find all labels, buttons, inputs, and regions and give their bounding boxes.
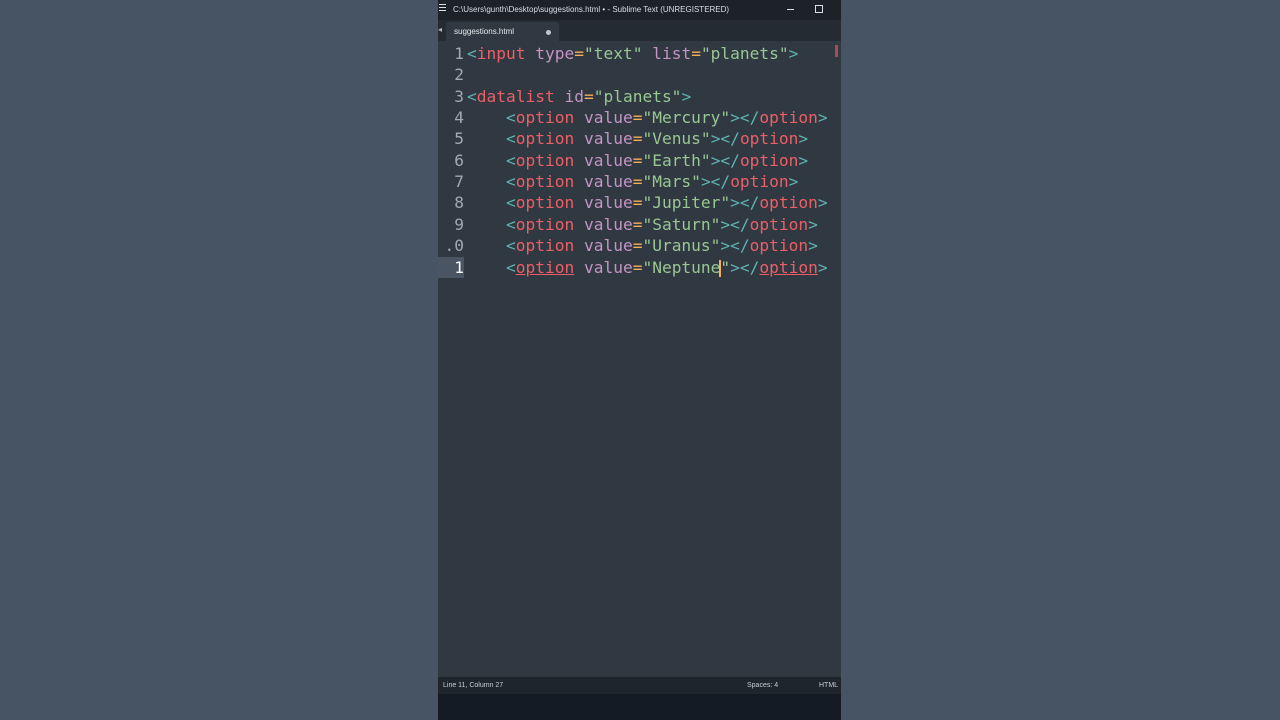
minimize-icon[interactable] [786, 4, 796, 14]
tag-name: option [749, 214, 809, 234]
code-line: <option value="Earth"></option> [505, 150, 809, 170]
tag-name: option [515, 150, 575, 170]
tag-name: option [515, 193, 575, 213]
unsaved-dot-icon[interactable] [546, 30, 551, 35]
attribute-value: "Uranus" [642, 236, 721, 256]
tag-name: option [759, 257, 818, 277]
line-number: 9 [454, 214, 464, 234]
line-number: 4 [454, 108, 464, 128]
tag-name: option [515, 214, 575, 234]
status-bar: Line 11, Column 27 Spaces: 4 HTML [438, 677, 841, 694]
attribute-name: value [583, 172, 633, 192]
line-number: 7 [454, 172, 464, 192]
attribute-value: "text" [583, 44, 643, 63]
tag-name: option [515, 236, 575, 256]
window-bottom-edge [438, 694, 841, 720]
attribute-name: value [583, 257, 633, 277]
attribute-name: value [583, 193, 633, 213]
line-number: 1 [454, 44, 464, 63]
tag-name: option [515, 108, 575, 128]
tab-bar: ◂ suggestions.html [438, 20, 841, 41]
tag-name: option [515, 172, 575, 192]
tab-suggestions-html[interactable]: suggestions.html [446, 22, 559, 41]
line-number: 3 [454, 86, 464, 106]
attribute-name: list [652, 44, 692, 63]
tag-name: option [739, 150, 799, 170]
attribute-value: "Venus" [642, 129, 711, 149]
attribute-name: value [583, 108, 633, 128]
attribute-value: "Earth" [642, 150, 711, 170]
attribute-value: " [720, 257, 731, 277]
tag-name: option [749, 236, 809, 256]
tag-name: input [476, 44, 526, 63]
maximize-icon[interactable] [815, 5, 823, 13]
code-line: <input type="text" list="planets"> [467, 44, 799, 63]
hamburger-menu-icon[interactable] [439, 4, 446, 12]
tag-name: option [759, 193, 818, 213]
attribute-name: value [583, 214, 633, 234]
cursor-position[interactable]: Line 11, Column 27 [443, 682, 503, 689]
line-number: 8 [454, 193, 464, 213]
tab-label: suggestions.html [454, 27, 515, 36]
tag-name: datalist [476, 86, 555, 106]
syntax-selector[interactable]: HTML [819, 682, 838, 689]
attribute-name: value [583, 129, 633, 149]
line-number: .0 [444, 236, 465, 256]
code-line: <option value="Mars"></option> [505, 172, 799, 192]
line-number: 2 [454, 65, 464, 85]
attribute-value: "Mercury" [642, 108, 731, 128]
line-number: 5 [454, 129, 464, 149]
tag-name: option [730, 172, 789, 192]
indentation-setting[interactable]: Spaces: 4 [747, 682, 778, 689]
code-line: <option value="Venus"></option> [505, 129, 809, 149]
code-line-active: <option value="Neptune"></option> [505, 257, 828, 277]
code-area[interactable]: <input type="text" list="planets"> <data… [467, 41, 841, 677]
code-line: <datalist id="planets"> [467, 86, 692, 106]
editor-window: C:\Users\gunth\Desktop\suggestions.html … [438, 0, 841, 720]
attribute-name: value [583, 236, 633, 256]
attribute-value: "Jupiter" [642, 193, 731, 213]
line-number: 6 [454, 150, 464, 170]
line-number-gutter: 1 2 3 4 5 6 7 8 9 .0 1 [438, 41, 466, 677]
attribute-name: type [535, 44, 575, 63]
tag-name: option [739, 129, 799, 149]
code-editor[interactable]: 1 2 3 4 5 6 7 8 9 .0 1 <input type="text… [438, 41, 841, 677]
code-line: <option value="Uranus"></option> [505, 236, 818, 256]
tag-name: option [515, 129, 575, 149]
window-title: C:\Users\gunth\Desktop\suggestions.html … [453, 5, 730, 14]
attribute-value: "planets" [700, 44, 789, 63]
attribute-name: value [583, 150, 633, 170]
tag-name: option [759, 108, 818, 128]
tag-name: option [515, 257, 575, 277]
code-line: <option value="Saturn"></option> [505, 214, 818, 234]
code-line: <option value="Mercury"></option> [505, 108, 828, 128]
attribute-value: "Mars" [642, 172, 701, 192]
attribute-value: "Neptune [642, 257, 721, 277]
attribute-name: id [564, 86, 584, 106]
line-number-active: 1 [438, 256, 464, 278]
tab-scroll-left-icon[interactable]: ◂ [438, 26, 442, 34]
minimap-marker[interactable] [835, 45, 838, 57]
title-bar[interactable]: C:\Users\gunth\Desktop\suggestions.html … [438, 0, 841, 20]
attribute-value: "Saturn" [642, 214, 721, 234]
code-line: <option value="Jupiter"></option> [505, 193, 828, 213]
attribute-value: "planets" [593, 86, 682, 106]
